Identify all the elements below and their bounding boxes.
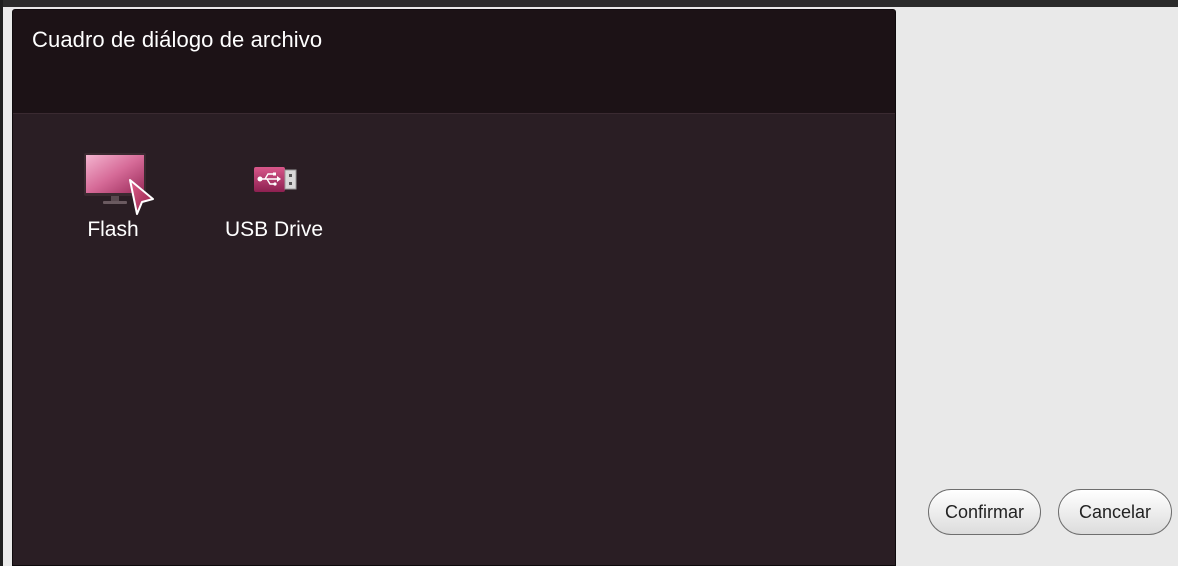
cancel-button[interactable]: Cancelar xyxy=(1058,489,1172,535)
device-item-usb-drive[interactable]: USB Drive xyxy=(219,152,329,242)
device-label-usb-drive: USB Drive xyxy=(224,218,324,241)
file-dialog: Cuadro de diálogo de archivo Flash USB D… xyxy=(12,9,896,566)
monitor-icon xyxy=(67,152,159,216)
top-edge-bar xyxy=(0,0,1178,7)
usb-drive-icon xyxy=(219,152,329,216)
confirm-button[interactable]: Confirmar xyxy=(928,489,1041,535)
left-edge-bar xyxy=(0,0,3,566)
device-label-flash: Flash xyxy=(87,218,139,241)
dialog-title: Cuadro de diálogo de archivo xyxy=(32,27,323,52)
device-item-flash[interactable]: Flash xyxy=(67,152,159,242)
dialog-header: Cuadro de diálogo de archivo xyxy=(13,10,895,114)
